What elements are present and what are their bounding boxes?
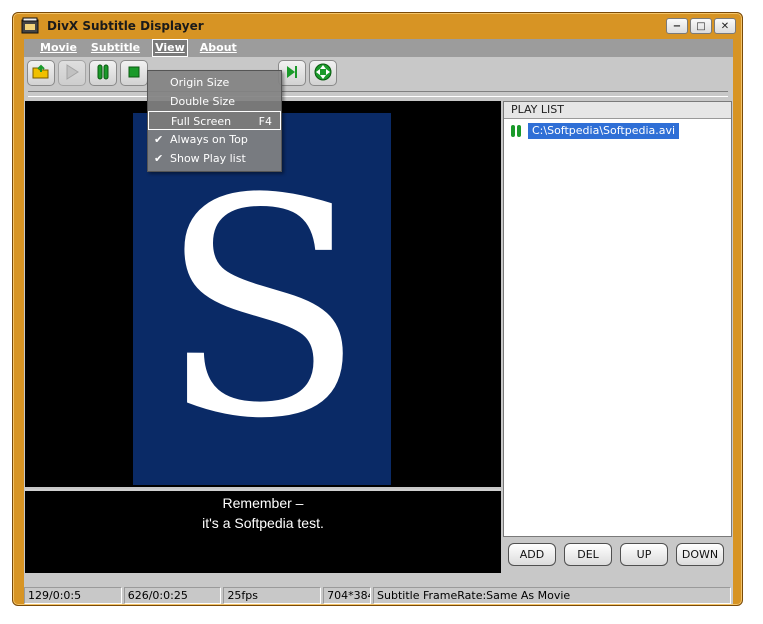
menu-subtitle[interactable]: Subtitle: [89, 40, 142, 56]
pause-icon: [96, 64, 110, 83]
subtitle-line-1: Remember –: [222, 495, 304, 511]
status-bar: 129/0:0:5 626/0:0:25 25fps 704*384 Subti…: [24, 587, 733, 604]
check-icon: ✔: [154, 152, 164, 165]
move-down-button[interactable]: DOWN: [676, 543, 724, 566]
subtitle-display: Remember – it's a Softpedia test.: [25, 489, 501, 573]
menu-item-label: Full Screen: [171, 115, 232, 128]
title-bar[interactable]: DivX Subtitle Displayer − □ ✕: [13, 13, 742, 39]
playlist-panel: PLAY LIST C:\Softpedia\Softpedia.avi: [503, 101, 732, 537]
delete-button[interactable]: DEL: [564, 543, 612, 566]
logo-letter: S: [159, 135, 365, 484]
seek-bar[interactable]: [28, 91, 728, 97]
open-button[interactable]: [27, 60, 55, 86]
status-fps: 25fps: [223, 587, 322, 604]
move-button[interactable]: [309, 60, 337, 86]
menu-item-show-play-list[interactable]: ✔ Show Play list: [148, 149, 281, 168]
status-resolution: 704*384: [323, 587, 372, 604]
minimize-button[interactable]: −: [666, 18, 688, 34]
playlist-header: PLAY LIST: [504, 102, 731, 119]
menu-item-label: Always on Top: [170, 133, 248, 146]
view-dropdown-menu: Origin Size Double Size Full Screen F4 ✔…: [147, 70, 282, 172]
playlist-item[interactable]: C:\Softpedia\Softpedia.avi: [504, 123, 731, 139]
app-window: DivX Subtitle Displayer − □ ✕ Movie Subt…: [12, 12, 743, 606]
status-total-frames: 626/0:0:25: [123, 587, 222, 604]
menu-item-label: Double Size: [170, 95, 236, 108]
move-icon: [313, 62, 333, 85]
window-controls: − □ ✕: [666, 18, 736, 34]
check-icon: ✔: [154, 133, 164, 146]
client-area: Movie Subtitle View About S Remember – i…: [24, 39, 733, 604]
stop-button[interactable]: [120, 60, 148, 86]
play-button[interactable]: [58, 60, 86, 86]
next-button[interactable]: [278, 60, 306, 86]
next-icon: [285, 64, 299, 83]
menu-item-origin-size[interactable]: Origin Size: [148, 73, 281, 92]
close-button[interactable]: ✕: [714, 18, 736, 34]
stop-icon: [127, 65, 141, 82]
menu-about[interactable]: About: [198, 40, 239, 56]
menu-item-label: Origin Size: [170, 76, 230, 89]
pause-button[interactable]: [89, 60, 117, 86]
menu-item-shortcut: F4: [258, 115, 272, 128]
menu-bar: Movie Subtitle View About: [24, 39, 733, 57]
toolbar: [24, 57, 733, 89]
subtitle-line-2: it's a Softpedia test.: [202, 515, 324, 531]
menu-item-label: Show Play list: [170, 152, 246, 165]
menu-movie[interactable]: Movie: [38, 40, 79, 56]
pause-icon: [510, 124, 524, 138]
window-title: DivX Subtitle Displayer: [47, 19, 204, 33]
menu-item-full-screen[interactable]: Full Screen F4: [148, 111, 281, 130]
playlist-item-path: C:\Softpedia\Softpedia.avi: [528, 123, 680, 139]
menu-item-always-on-top[interactable]: ✔ Always on Top: [148, 130, 281, 149]
playlist-buttons: ADD DEL UP DOWN: [508, 543, 724, 566]
menu-item-double-size[interactable]: Double Size: [148, 92, 281, 111]
maximize-button[interactable]: □: [690, 18, 712, 34]
move-up-button[interactable]: UP: [620, 543, 668, 566]
add-button[interactable]: ADD: [508, 543, 556, 566]
play-icon: [65, 63, 79, 83]
status-current-frame: 129/0:0:5: [24, 587, 122, 604]
app-icon: [21, 17, 39, 35]
status-subtitle-framerate: Subtitle FrameRate:Same As Movie: [373, 587, 731, 604]
open-folder-icon: [32, 64, 50, 83]
menu-view[interactable]: View: [152, 39, 188, 57]
